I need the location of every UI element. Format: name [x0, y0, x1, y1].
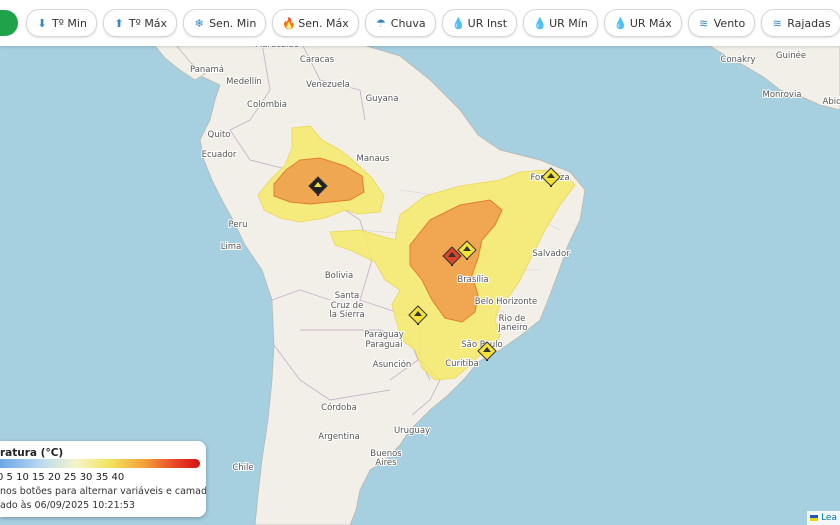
place-label: Colombia [247, 100, 287, 110]
place-label: Chile [232, 463, 253, 473]
variable-toolbar: ⬇ Tº Min ⬆ Tº Máx ❄ Sen. Min 🔥 Sen. Máx ☂ Chuva 💧 U… [0, 0, 840, 46]
place-label: Argentina [318, 432, 359, 442]
place-label: Caracas [300, 55, 335, 65]
droplet-icon: 💧 [533, 16, 547, 30]
rain-cloud-icon: ☂ [375, 16, 386, 30]
place-label: Paraguai [365, 340, 402, 350]
map-attribution[interactable]: Lea [807, 511, 840, 525]
place-label: Salvador [532, 249, 570, 259]
status-indicator[interactable] [0, 10, 18, 36]
attribution-link[interactable]: Lea [821, 513, 837, 523]
chip-label: Chuva [390, 16, 426, 30]
ukraine-flag-icon [810, 515, 819, 521]
place-label: Belo Horizonte [475, 297, 537, 307]
place-label: Curitiba [445, 359, 478, 369]
chip-label: Sen. Máx [298, 16, 349, 30]
variable-chip-list: ⬇ Tº Min ⬆ Tº Máx ❄ Sen. Min 🔥 Sen. Máx ☂ Chuva 💧 U… [26, 9, 840, 37]
chip-ur-inst[interactable]: 💧 UR Inst [441, 9, 518, 37]
chip-label: Tº Min [52, 16, 87, 30]
place-label: Córdoba [321, 402, 357, 413]
chip-sen-máx[interactable]: 🔥 Sen. Máx [272, 9, 359, 37]
place-label: Guyana [366, 94, 399, 104]
chip-label: Sen. Min [209, 16, 257, 30]
place-label: Brasília [457, 275, 488, 285]
place-label: Asunción [373, 359, 412, 370]
place-label: la Sierra [329, 310, 364, 320]
legend-title: ratura (°C) [0, 447, 64, 459]
legend-updated: ado às 06/09/2025 10:21:53 [0, 500, 135, 511]
place-label: Abid [823, 97, 840, 107]
place-label: Manaus [357, 154, 391, 164]
place-label: Conakry [720, 55, 755, 65]
chip-label: Vento [713, 16, 746, 30]
temperature-legend: ratura (°C) 0 5 10 15 20 25 30 35 40 nos… [0, 441, 206, 517]
thermometer-high-icon: ⬆ [114, 16, 124, 30]
place-label: Paraguay [364, 330, 404, 340]
place-label: Janeiro [497, 323, 527, 333]
place-label: Uruguay [394, 426, 430, 436]
place-label: Venezuela [306, 80, 350, 90]
chip-chuva[interactable]: ☂ Chuva [364, 9, 436, 37]
legend-color-scale [0, 459, 200, 468]
chip-t-min[interactable]: ⬇ Tº Min [26, 9, 97, 37]
chip-label: UR Mín [549, 16, 588, 30]
place-label: Quito [208, 130, 231, 140]
chip-label: Tº Máx [128, 16, 168, 30]
fire-icon: 🔥 [282, 16, 296, 30]
place-label: Panamá [190, 65, 224, 75]
droplet-icon: 💧 [451, 16, 466, 30]
place-label: Santa [335, 291, 360, 301]
chip-t-máx[interactable]: ⬆ Tº Máx [102, 9, 178, 37]
thermometer-low-icon: ⬇ [37, 16, 47, 30]
place-label: Guinée [776, 50, 806, 61]
place-label: Lima [221, 242, 242, 252]
wind-icon: ≋ [699, 16, 709, 30]
place-label: Ecuador [202, 150, 237, 160]
chip-ur-mín[interactable]: 💧 UR Mín [523, 9, 598, 37]
legend-hint: nos botões para alternar variáveis e cam… [0, 486, 206, 497]
chip-vento[interactable]: ≋ Vento [687, 9, 756, 37]
legend-tick-labels: 0 5 10 15 20 25 30 35 40 [0, 472, 125, 483]
chip-label: UR Máx [629, 16, 672, 30]
chip-rajadas[interactable]: ≋ Rajadas [761, 9, 840, 37]
chip-ur-máx[interactable]: 💧 UR Máx [603, 9, 682, 37]
chip-sen-min[interactable]: ❄ Sen. Min [183, 9, 267, 37]
chip-label: Rajadas [787, 16, 831, 30]
chip-label: UR Inst [467, 16, 508, 30]
snow-cloud-icon: ❄ [194, 16, 204, 30]
place-label: Monrovia [762, 90, 801, 100]
place-label: Aires [375, 458, 397, 468]
droplet-icon: 💧 [613, 16, 628, 30]
place-label: Peru [229, 220, 248, 230]
place-label: Bolivia [325, 271, 353, 281]
wind-gust-icon: ≋ [772, 16, 782, 30]
place-label: Medellín [226, 77, 262, 87]
